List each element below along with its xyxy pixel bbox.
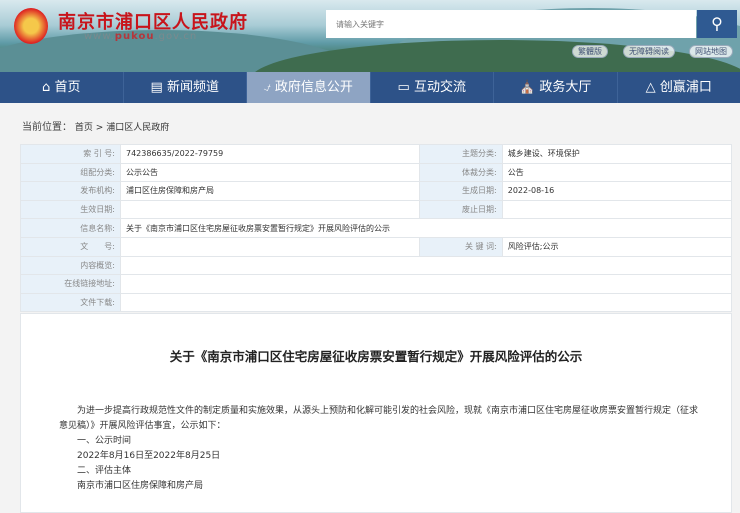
expire-label: 废止日期: xyxy=(419,200,502,219)
article-body: 为进一步提高行政规范性文件的制定质量和实施效果，从源头上预防和化解可能引发的社会… xyxy=(59,404,699,494)
nav-home[interactable]: ⌂ 首页 xyxy=(0,72,124,103)
metadata-table: 索 引 号:742386635/2022-79759主题分类:城乡建设、环境保护… xyxy=(20,144,732,312)
topic-label: 主题分类: xyxy=(419,145,502,164)
created-label: 生成日期: xyxy=(419,182,502,201)
article-paragraph: 为进一步提高行政规范性文件的制定质量和实施效果，从源头上预防和化解可能引发的社会… xyxy=(59,404,699,434)
link-value xyxy=(121,275,732,294)
national-emblem-icon xyxy=(14,8,48,44)
accessibility-link[interactable]: 无障碍阅读 xyxy=(623,45,675,58)
genre-value: 公告 xyxy=(502,163,731,182)
category-value: 公示公告 xyxy=(121,163,420,182)
breadcrumb: 当前位置： 首页 > 浦口区人民政府 xyxy=(22,118,169,133)
table-row: 内容概览: xyxy=(21,256,732,275)
article-paragraph: 2022年8月16日至2022年8月25日 xyxy=(59,449,699,464)
table-row: 信息名称:关于《南京市浦口区住宅房屋征收房票安置暂行规定》开展风险评估的公示 xyxy=(21,219,732,238)
hall-icon: ⛪ xyxy=(519,80,535,95)
article-paragraph: 一、公示时间 xyxy=(59,434,699,449)
table-row: 文件下载: xyxy=(21,293,732,312)
effective-value xyxy=(121,200,420,219)
summary-value xyxy=(121,256,732,275)
nav-news[interactable]: ▤ 新闻频道 xyxy=(124,72,248,103)
summary-label: 内容概览: xyxy=(21,256,121,275)
nav-gov-info[interactable]: ⍻ 政府信息公开 xyxy=(247,72,371,103)
breadcrumb-separator: > xyxy=(96,123,104,133)
nav-label: 政府信息公开 xyxy=(275,80,353,95)
breadcrumb-home[interactable]: 首页 xyxy=(75,123,93,133)
venture-icon: △ xyxy=(646,80,656,95)
org-value: 浦口区住房保障和房产局 xyxy=(121,182,420,201)
sitemap-link[interactable]: 网站地图 xyxy=(689,45,733,58)
info-icon: ⍻ xyxy=(264,80,271,95)
news-icon: ▤ xyxy=(151,80,163,95)
name-label: 信息名称: xyxy=(21,219,121,238)
download-label: 文件下载: xyxy=(21,293,121,312)
url-prefix: www. xyxy=(84,31,115,42)
nav-interaction[interactable]: ▭ 互动交流 xyxy=(371,72,495,103)
article-title: 关于《南京市浦口区住宅房屋征收房票安置暂行规定》开展风险评估的公示 xyxy=(21,346,731,365)
url-domain: pukou xyxy=(115,31,155,42)
docno-value xyxy=(121,237,420,256)
nav-venture[interactable]: △ 创赢浦口 xyxy=(618,72,740,103)
traditional-chinese-link[interactable]: 繁體版 xyxy=(572,45,608,58)
index-value: 742386635/2022-79759 xyxy=(121,145,420,164)
header-banner: 南京市浦口区人民政府 www.pukou.gov.cn 请输入关键字 ⚲ 繁體版… xyxy=(0,0,740,72)
keyword-label: 关 键 词: xyxy=(419,237,502,256)
table-row: 生效日期: 废止日期: xyxy=(21,200,732,219)
genre-label: 体裁分类: xyxy=(419,163,502,182)
docno-label: 文 号: xyxy=(21,237,121,256)
search-icon: ⚲ xyxy=(711,14,723,33)
breadcrumb-label: 当前位置： xyxy=(22,122,72,133)
nav-label: 首页 xyxy=(54,80,80,95)
created-value: 2022-08-16 xyxy=(502,182,731,201)
name-value: 关于《南京市浦口区住宅房屋征收房票安置暂行规定》开展风险评估的公示 xyxy=(121,219,732,238)
table-row: 在线链接地址: xyxy=(21,275,732,294)
article-paragraph: 二、评估主体 xyxy=(59,464,699,479)
expire-value xyxy=(502,200,731,219)
article: 关于《南京市浦口区住宅房屋征收房票安置暂行规定》开展风险评估的公示 为进一步提高… xyxy=(20,313,732,513)
nav-label: 政务大厅 xyxy=(539,80,591,95)
nav-label: 互动交流 xyxy=(414,80,466,95)
keyword-value: 风险评估;公示 xyxy=(502,237,731,256)
nav-label: 创赢浦口 xyxy=(660,80,712,95)
effective-label: 生效日期: xyxy=(21,200,121,219)
main-nav: ⌂ 首页 ▤ 新闻频道 ⍻ 政府信息公开 ▭ 互动交流 ⛪ 政务大厅 △ 创赢浦… xyxy=(0,72,740,103)
table-row: 组配分类:公示公告体裁分类:公告 xyxy=(21,163,732,182)
search-input[interactable]: 请输入关键字 xyxy=(326,10,696,38)
article-paragraph: 南京市浦口区住房保障和房产局 xyxy=(59,479,699,494)
table-row: 索 引 号:742386635/2022-79759主题分类:城乡建设、环境保护 xyxy=(21,145,732,164)
nav-label: 新闻频道 xyxy=(167,80,219,95)
url-suffix: .gov.cn xyxy=(154,31,197,42)
chat-icon: ▭ xyxy=(398,80,410,95)
download-value xyxy=(121,293,732,312)
nav-service-hall[interactable]: ⛪ 政务大厅 xyxy=(494,72,618,103)
table-row: 文 号: 关 键 词:风险评估;公示 xyxy=(21,237,732,256)
category-label: 组配分类: xyxy=(21,163,121,182)
topic-value: 城乡建设、环境保护 xyxy=(502,145,731,164)
home-icon: ⌂ xyxy=(42,80,50,95)
table-row: 发布机构:浦口区住房保障和房产局生成日期:2022-08-16 xyxy=(21,182,732,201)
search-button[interactable]: ⚲ xyxy=(697,10,737,38)
index-label: 索 引 号: xyxy=(21,145,121,164)
breadcrumb-current[interactable]: 浦口区人民政府 xyxy=(106,123,169,133)
link-label: 在线链接地址: xyxy=(21,275,121,294)
org-label: 发布机构: xyxy=(21,182,121,201)
site-url: www.pukou.gov.cn xyxy=(84,31,197,42)
